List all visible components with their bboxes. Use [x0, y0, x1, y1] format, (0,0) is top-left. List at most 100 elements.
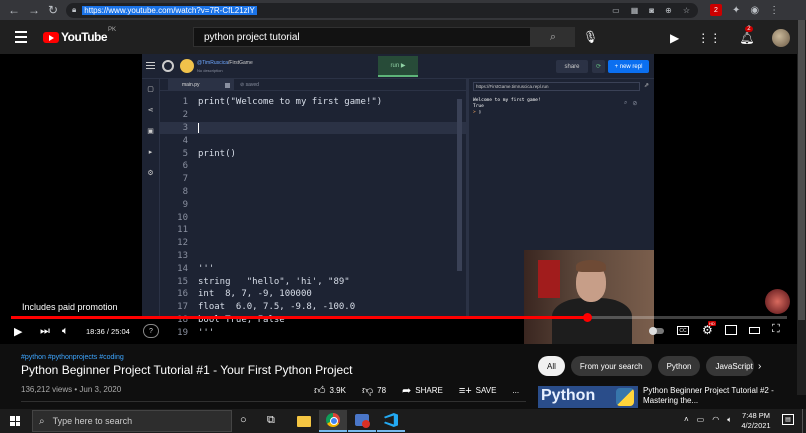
video-hashtags[interactable]: #python #pythonprojects #coding: [21, 354, 124, 361]
more-dots: ...: [512, 386, 520, 395]
scrollbar-thumb[interactable]: [798, 20, 805, 320]
battery-icon[interactable]: ▭: [697, 415, 705, 425]
progress-bar[interactable]: [11, 313, 787, 322]
console-tools: ⌕ ⊘: [624, 100, 637, 107]
notification-count: 2: [745, 26, 753, 32]
code-line: 11: [160, 224, 466, 237]
chip-from-your-search[interactable]: From your search: [570, 356, 652, 376]
show-desktop-button[interactable]: [802, 409, 804, 433]
repl-name: @TimRuscica/FirstGame: [197, 60, 253, 66]
cast-icon[interactable]: ▭: [612, 6, 620, 15]
code-line: 14 ''': [160, 262, 466, 275]
profile-icon[interactable]: ◉: [750, 5, 759, 16]
microphone-icon[interactable]: 🎙︎: [583, 30, 598, 44]
chevron-right-icon[interactable]: ›: [758, 361, 761, 372]
code-text: string "hello", 'hi', "89": [198, 276, 350, 287]
code-text: int 8, 7, -9, 100000: [198, 289, 312, 300]
action-center-icon[interactable]: ▤: [782, 414, 794, 425]
bookmark-star-icon[interactable]: ☆: [683, 6, 690, 15]
vscode-app[interactable]: [377, 410, 405, 432]
line-number: 15: [177, 276, 188, 287]
captions-icon[interactable]: CC: [677, 326, 689, 335]
qr-icon[interactable]: ▦: [631, 6, 639, 15]
chip-all[interactable]: All: [538, 356, 565, 376]
chip-javascript[interactable]: JavaScript: [706, 356, 755, 376]
code-text: print(): [198, 148, 236, 159]
share-arrow-icon: ➦: [402, 385, 412, 397]
account-avatar[interactable]: [772, 29, 791, 47]
volume-icon[interactable]: 🔈︎: [62, 325, 69, 338]
apps-grid-icon[interactable]: ⋮⋮: [697, 31, 721, 45]
taskbar-clock[interactable]: 7:48 PM 4/2/2021: [736, 411, 776, 431]
windows-start-icon[interactable]: [10, 416, 20, 426]
share-button[interactable]: ➦ SHARE: [402, 384, 443, 397]
speaker-icon[interactable]: 🔈︎: [727, 415, 732, 425]
file-explorer-app[interactable]: [290, 410, 318, 432]
tab-label: main.py: [182, 82, 200, 88]
play-icon[interactable]: ▶: [14, 325, 22, 338]
menu-icon[interactable]: [15, 31, 27, 43]
line-number: 3: [182, 122, 188, 133]
line-number: 12: [177, 238, 188, 249]
debugger-icon: ▸: [148, 149, 153, 156]
recorder-app[interactable]: [348, 410, 376, 432]
chapter-info-button[interactable]: ?: [143, 324, 159, 338]
more-actions-button[interactable]: ...: [512, 386, 519, 395]
code-line: 16 int 8, 7, -9, 100000: [160, 288, 466, 301]
ide-new-repl-button: + new repl: [608, 60, 649, 73]
notifications-button[interactable]: 🔔︎ 2: [739, 26, 754, 45]
chrome-app[interactable]: [319, 410, 347, 432]
code-line: 3: [160, 121, 466, 135]
paid-promotion-label[interactable]: Includes paid promotion: [22, 302, 118, 312]
menu-dots-icon[interactable]: ⋮: [769, 5, 779, 16]
ide-sidebar: ▢ ⋖ ▣ ▸ ⚙: [142, 79, 160, 316]
reload-icon[interactable]: ↻: [48, 3, 58, 17]
console-search-icon: ⌕: [624, 100, 628, 106]
ide-file-tab: main.py: [168, 79, 234, 91]
zoom-icon[interactable]: ⊕: [665, 6, 672, 15]
fullscreen-icon[interactable]: ⛶: [772, 323, 780, 336]
address-bar[interactable]: 🔒︎ https://www.youtube.com/watch?v=7R-Cf…: [66, 2, 698, 18]
back-icon[interactable]: ←: [8, 3, 20, 17]
forward-icon[interactable]: →: [28, 3, 40, 17]
theater-mode-icon[interactable]: [749, 327, 760, 334]
search-icon: ⌕: [39, 415, 45, 427]
code-line: 8: [160, 186, 466, 199]
page-scrollbar[interactable]: [797, 20, 806, 395]
youtube-logo[interactable]: YouTube PK: [43, 27, 116, 44]
settings-gear-icon[interactable]: ⚙ HD: [702, 321, 716, 337]
miniplayer-icon[interactable]: [725, 325, 737, 335]
url-text[interactable]: https://www.youtube.com/watch?v=7R-CfL21…: [82, 5, 257, 15]
channel-watermark[interactable]: [765, 289, 790, 314]
youtube-play-icon: [43, 31, 59, 43]
search-button[interactable]: ⌕: [531, 27, 575, 47]
chip-python[interactable]: Python: [657, 356, 701, 376]
autoplay-toggle[interactable]: [649, 327, 664, 335]
lock-icon[interactable]: 🔒︎: [72, 5, 76, 15]
taskbar-search[interactable]: ⌕ Type here to search: [32, 410, 232, 432]
wifi-icon[interactable]: ◠: [712, 415, 719, 425]
save-button[interactable]: ≡+ SAVE: [459, 385, 497, 397]
code-text: ''': [198, 263, 215, 274]
search-input[interactable]: python project tutorial: [193, 27, 531, 47]
cortana-icon[interactable]: ○: [240, 414, 247, 426]
tray-chevron-icon[interactable]: ˄: [684, 415, 689, 425]
media-icon[interactable]: ◙: [649, 6, 654, 15]
create-video-icon[interactable]: ▶︎: [670, 31, 679, 45]
video-player[interactable]: @TimRuscica/FirstGame No description run…: [0, 54, 797, 344]
recommended-thumbnail[interactable]: Python: [538, 386, 638, 408]
line-number: 8: [182, 186, 188, 197]
ide-tabbar: main.py ⊘ saved: [160, 79, 466, 91]
presenter-hair: [576, 260, 606, 272]
code-line: 1 print("Welcome to my first game!"): [160, 96, 466, 109]
recommended-title[interactable]: Python Beginner Project Tutorial #2 - Ma…: [643, 386, 793, 406]
dislike-button[interactable]: 👎︎ 78: [362, 384, 386, 397]
puzzle-icon[interactable]: ✦: [732, 5, 740, 16]
progress-scrubber[interactable]: [582, 313, 592, 322]
clock-date: 4/2/2021: [741, 421, 771, 430]
like-button[interactable]: 👍︎ 3.9K: [314, 384, 346, 397]
task-view-icon[interactable]: ⧉: [267, 414, 275, 427]
next-icon[interactable]: ⏭︎: [40, 325, 50, 338]
extension-badge[interactable]: 2: [710, 4, 722, 16]
thumbs-down-icon: 👎︎: [361, 385, 374, 397]
